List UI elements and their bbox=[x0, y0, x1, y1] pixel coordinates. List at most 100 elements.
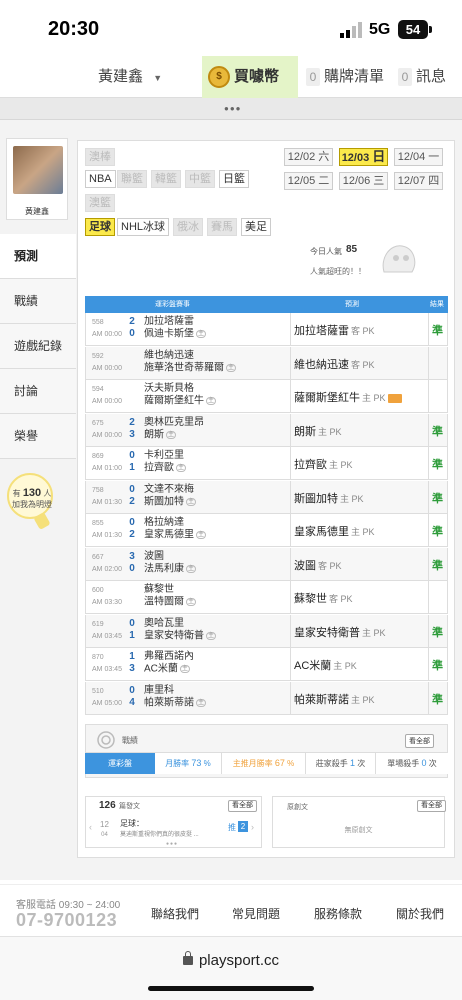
column-divider bbox=[290, 648, 291, 681]
chip-korea-basketball[interactable]: 韓籃 bbox=[151, 170, 181, 188]
teams: 卡利亞里 拉齊歐主 bbox=[144, 450, 187, 475]
avatar[interactable] bbox=[13, 146, 63, 194]
teams: 波圖 法馬利康主 bbox=[144, 551, 197, 576]
team-home: 拉齊歐 bbox=[144, 462, 174, 474]
buy-coins-label: 買噱幣 bbox=[234, 68, 280, 85]
table-row[interactable]: 675 AM 00:00 2 3 奧林匹克里昂 朗斯主朗斯主 PK 準 bbox=[85, 413, 448, 447]
column-divider bbox=[290, 480, 291, 514]
chip-russia-hockey[interactable]: 俄冰 bbox=[173, 218, 203, 236]
column-divider bbox=[428, 547, 429, 581]
table-row[interactable]: 855 AM 01:30 0 2 格拉納達 皇家馬德里主皇家馬德里主 PK 準 bbox=[85, 514, 448, 547]
lottery-list-label: 購牌清單 bbox=[324, 68, 385, 85]
home-badge: 主 bbox=[196, 698, 207, 707]
date-tab-1207[interactable]: 12/07 四 bbox=[394, 172, 443, 190]
table-row[interactable]: 758 AM 01:30 0 2 文達不來梅 斯圖加特主斯圖加特主 PK 準 bbox=[85, 480, 448, 514]
footer-contact-link[interactable]: 聯絡我們 bbox=[151, 905, 199, 922]
home-badge: 主 bbox=[206, 631, 217, 640]
prediction-cell: 皇家安特衛普主 PK bbox=[294, 624, 386, 640]
scores bbox=[128, 383, 136, 395]
table-row[interactable]: 870 AM 03:45 1 3 弗羅西諾內 AC米蘭主 AC米蘭主 PK 準 bbox=[85, 648, 448, 681]
game-id: 870 bbox=[92, 654, 104, 661]
chip-horse-racing[interactable]: 賽馬 bbox=[207, 218, 237, 236]
game-time: AM 01:00 bbox=[92, 465, 122, 472]
footer-terms-link[interactable]: 服務條款 bbox=[314, 905, 362, 922]
scores: 04 bbox=[128, 685, 136, 709]
side-item-predict[interactable]: 預測 bbox=[0, 234, 76, 279]
column-divider bbox=[428, 614, 429, 648]
post-excerpt[interactable]: 莫迪斯重視你們真的很皮挺 ... bbox=[120, 829, 199, 838]
messages-link[interactable]: 0 訊息 bbox=[398, 56, 446, 98]
result-mark: 準 bbox=[432, 526, 443, 538]
side-item-honor[interactable]: 榮譽 bbox=[0, 414, 76, 459]
scores: 01 bbox=[128, 618, 136, 642]
record-view-all-button[interactable]: 看全部 bbox=[405, 734, 434, 748]
chip-soccer[interactable]: 足球 bbox=[85, 218, 115, 236]
footer-about-link[interactable]: 關於我們 bbox=[396, 905, 444, 922]
table-row[interactable]: 869 AM 01:00 0 1 卡利亞里 拉齊歐主拉齊歐主 PK 準 bbox=[85, 447, 448, 480]
table-row[interactable]: 619 AM 03:45 0 1 奧哈瓦里 皇家安特衛普主皇家安特衛普主 PK 準 bbox=[85, 614, 448, 648]
table-row[interactable]: 510 AM 05:00 0 4 庫里科 帕萊斯蒂諾主帕萊斯蒂諾主 PK 準 bbox=[85, 681, 448, 715]
team-home: 斯圖加特 bbox=[144, 496, 184, 508]
support-phone[interactable]: 07-9700123 bbox=[16, 910, 117, 931]
score-home: 4 bbox=[129, 696, 135, 708]
lottery-list-link[interactable]: 0 購牌清單 bbox=[306, 56, 384, 98]
date-tab-1206[interactable]: 12/06 三 bbox=[339, 172, 388, 190]
post-title[interactable]: 足球： bbox=[120, 818, 144, 829]
follow-me-label: 加我為明燈 bbox=[12, 500, 52, 509]
footer-faq-link[interactable]: 常見問題 bbox=[232, 905, 280, 922]
score-away: 0 bbox=[129, 517, 135, 528]
post-day: 04 bbox=[101, 832, 108, 838]
followers-text[interactable]: 有 130 人 加我為明燈 bbox=[10, 488, 54, 510]
day-label: 六 bbox=[318, 151, 330, 163]
scores: 01 bbox=[128, 450, 136, 474]
nav-user-menu[interactable]: 黃建鑫 ▼ bbox=[98, 56, 198, 98]
coin-icon: $ bbox=[208, 66, 230, 89]
home-indicator[interactable] bbox=[148, 986, 314, 991]
table-row[interactable]: 600 AM 03:30 蘇黎世 溫特圖爾主蘇黎世客 PK bbox=[85, 581, 448, 614]
game-meta: 594 AM 00:00 bbox=[92, 384, 122, 408]
predicted-team: 朗斯 bbox=[294, 425, 316, 438]
chip-aus-baseball[interactable]: 澳棒 bbox=[85, 148, 115, 166]
side-item-game-history[interactable]: 遊戲紀錄 bbox=[0, 324, 76, 369]
chip-nba[interactable]: NBA bbox=[85, 170, 116, 188]
table-row[interactable]: 594 AM 00:00 沃夫斯貝格 薩爾斯堡紅牛主薩爾斯堡紅牛主 PK bbox=[85, 380, 448, 413]
chip-nhl[interactable]: NHL冰球 bbox=[117, 218, 170, 236]
home-badge: 主 bbox=[196, 531, 207, 539]
header-prediction: 預測 bbox=[345, 301, 359, 308]
month-unit: % bbox=[203, 759, 211, 768]
score-home: 1 bbox=[129, 629, 135, 641]
date-tab-1202[interactable]: 12/02 六 bbox=[284, 148, 333, 166]
record-tab-lottery[interactable]: 運彩盤 bbox=[85, 753, 155, 774]
chip-china-basketball[interactable]: 中籃 bbox=[185, 170, 215, 188]
chip-aus-basketball[interactable]: 澳籃 bbox=[85, 194, 115, 212]
date-tab-1205[interactable]: 12/05 二 bbox=[284, 172, 333, 190]
teams: 奧林匹克里昂 朗斯主 bbox=[144, 417, 204, 442]
column-divider bbox=[428, 514, 429, 547]
side-item-record[interactable]: 戰績 bbox=[0, 279, 76, 324]
score-away: 2 bbox=[129, 316, 135, 327]
posts-view-all-button[interactable]: 看全部 bbox=[228, 800, 257, 812]
score-away: 1 bbox=[129, 651, 135, 662]
chip-japan-basketball[interactable]: 日籃 bbox=[219, 170, 249, 188]
column-divider bbox=[428, 681, 429, 715]
chip-american-football[interactable]: 美足 bbox=[241, 218, 271, 236]
teams: 文達不來梅 斯圖加特主 bbox=[144, 484, 197, 509]
date-tab-1203[interactable]: 12/03 日 bbox=[339, 148, 388, 166]
table-row[interactable]: 558 AM 00:00 2 0 加拉塔薩雷 佩迪卡斯堡主加拉塔薩雷客 PK 準 bbox=[85, 313, 448, 346]
teams: 弗羅西諾內 AC米蘭主 bbox=[144, 651, 194, 676]
table-row[interactable]: 667 AM 02:00 3 0 波圖 法馬利康主波圖客 PK 準 bbox=[85, 547, 448, 581]
chevron-right-icon[interactable]: › bbox=[251, 822, 254, 832]
target-icon bbox=[97, 731, 115, 749]
url-display[interactable]: playsport.cc bbox=[0, 951, 462, 969]
predicted-team: 加拉塔薩雷 bbox=[294, 325, 349, 337]
buy-coins-button[interactable]: $ 買噱幣 bbox=[202, 56, 298, 98]
chevron-left-icon[interactable]: ‹ bbox=[89, 822, 92, 832]
original-view-all-button[interactable]: 看全部 bbox=[417, 800, 446, 812]
table-row[interactable]: 592 AM 00:00 維也納迅速 施華洛世奇蒂羅爾主維也納迅速客 PK bbox=[85, 346, 448, 380]
chip-league-basketball[interactable]: 聯籃 bbox=[117, 170, 147, 188]
month-win-rate: 月勝率 73 % bbox=[155, 753, 221, 774]
teams: 維也納迅速 施華洛世奇蒂羅爾主 bbox=[144, 350, 237, 375]
date-tab-1204[interactable]: 12/04 一 bbox=[394, 148, 443, 166]
prediction-cell: 帕萊斯蒂諾主 PK bbox=[294, 691, 375, 707]
side-item-discussion[interactable]: 討論 bbox=[0, 369, 76, 414]
